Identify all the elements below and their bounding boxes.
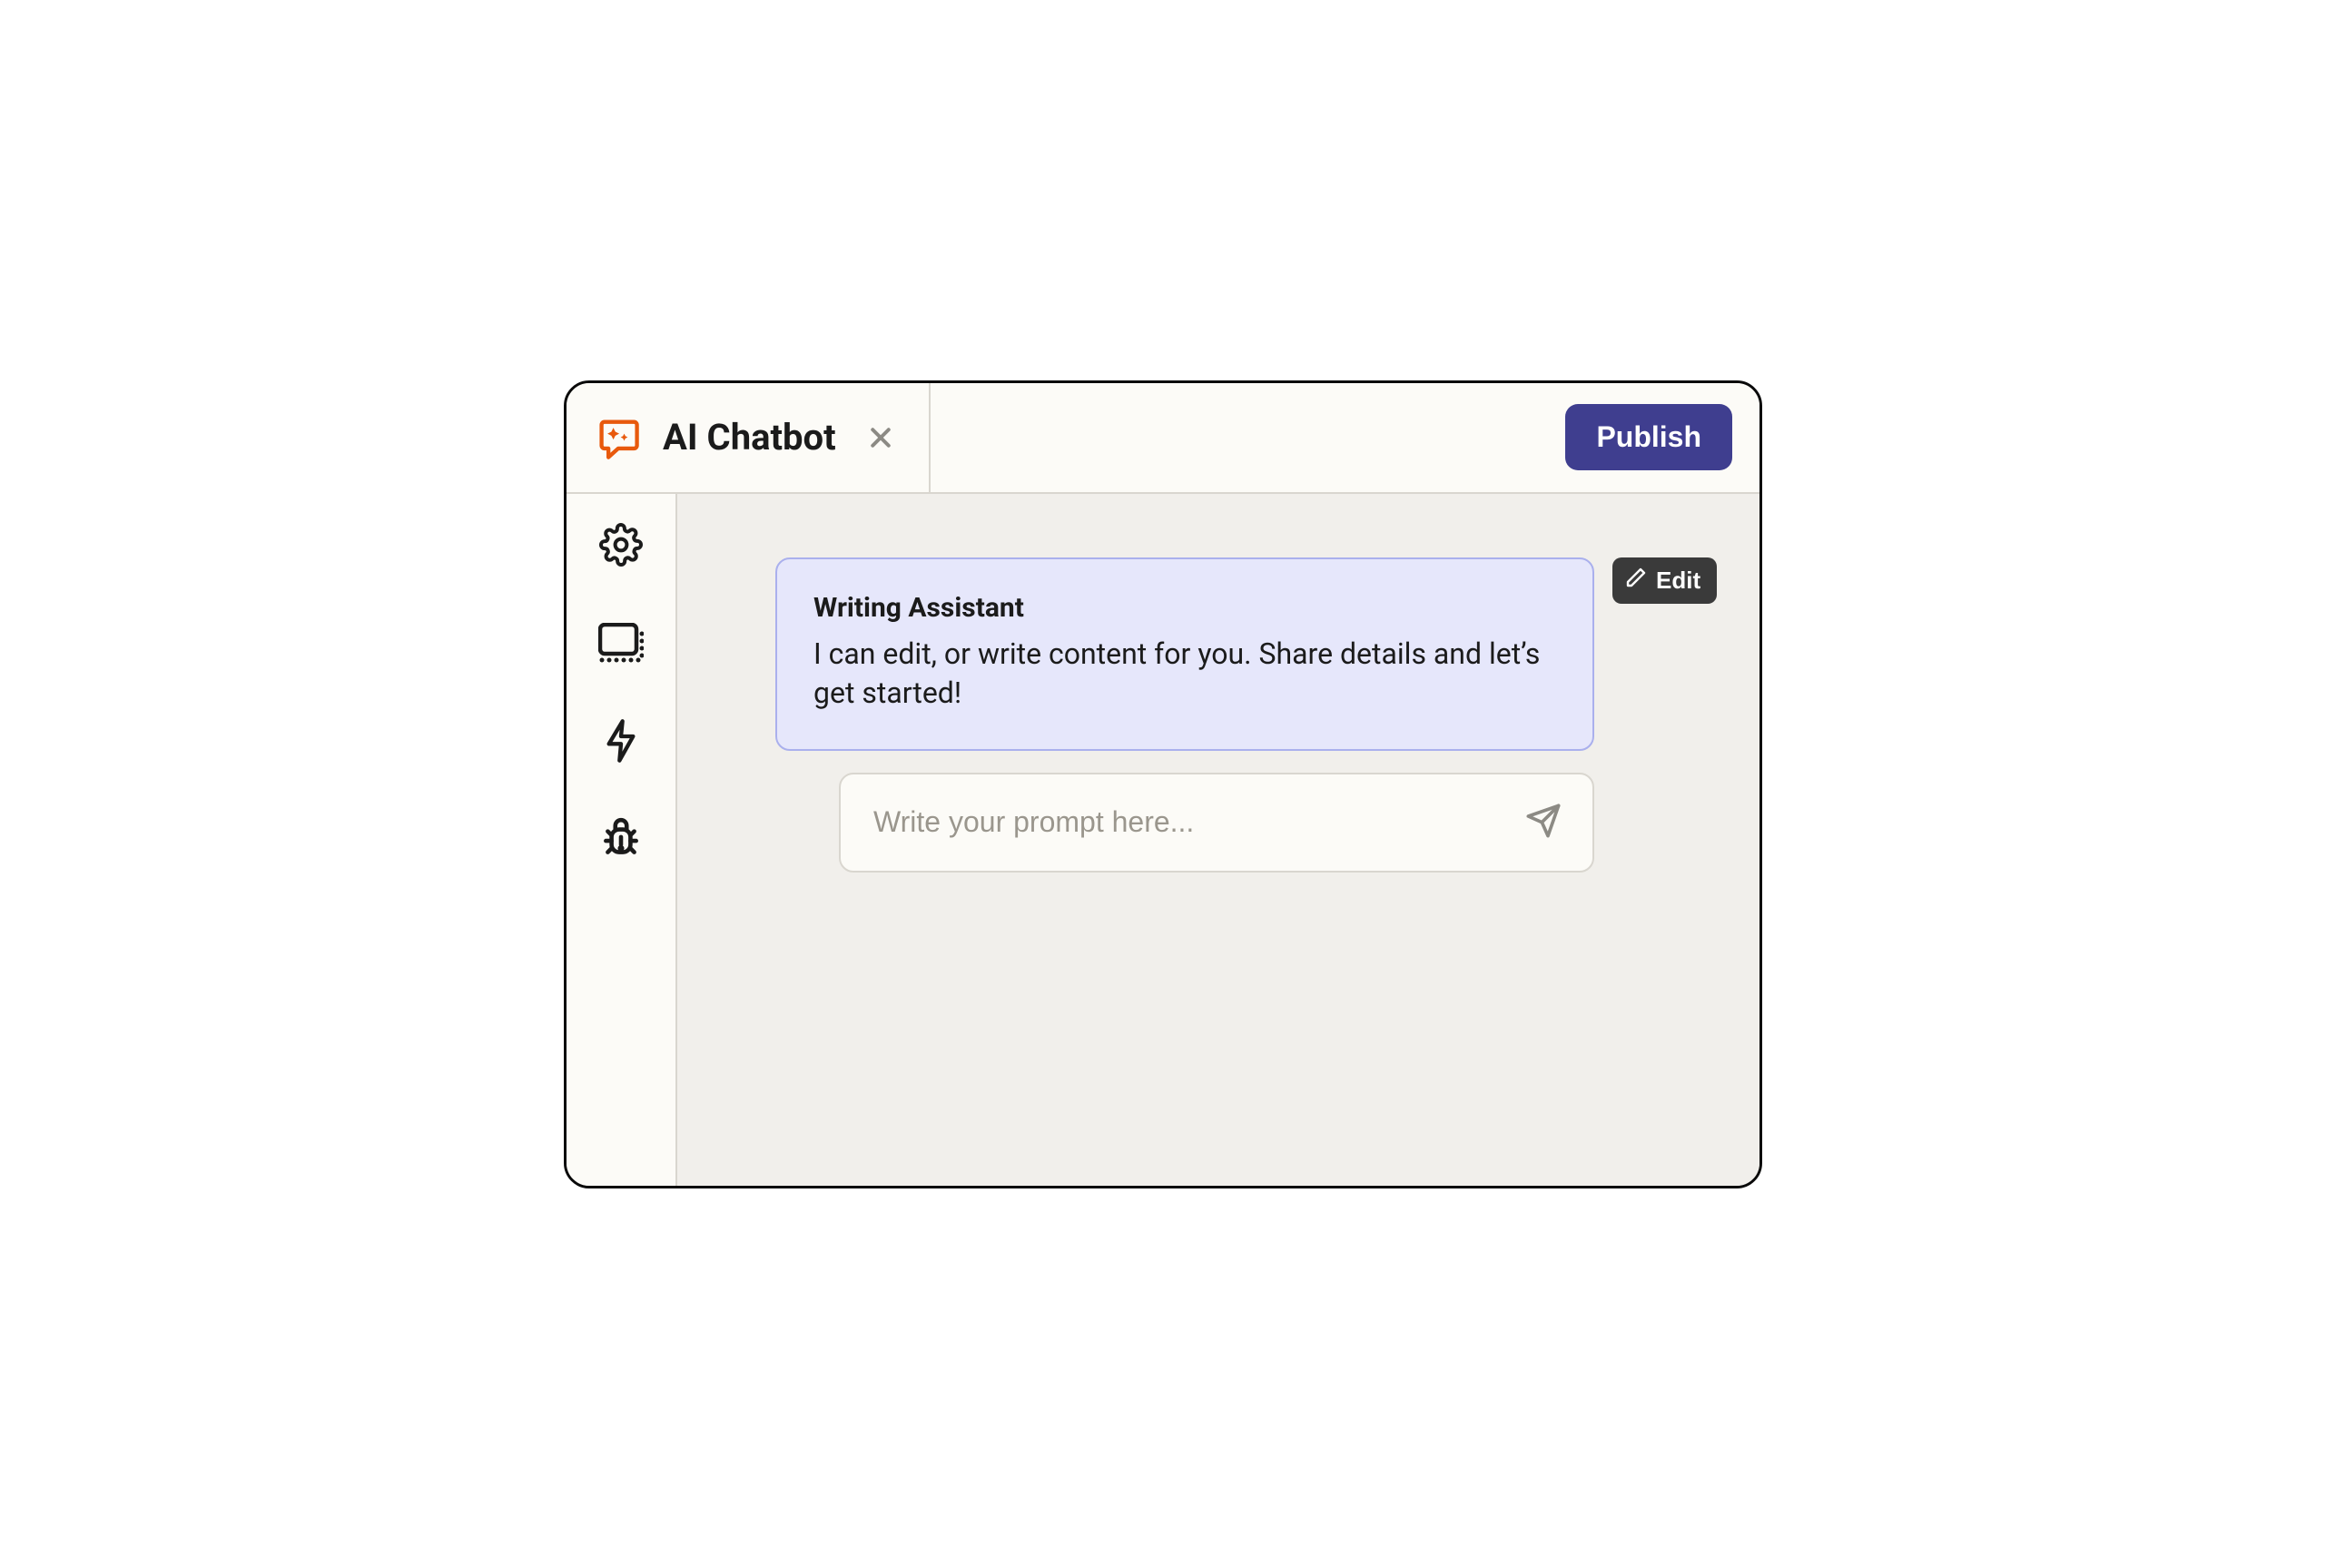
app-window: AI Chatbot Publish <box>564 380 1762 1188</box>
placeholder-icon <box>598 623 644 666</box>
edit-button-label: Edit <box>1656 567 1700 595</box>
gear-icon <box>599 523 643 570</box>
app-logo-icon <box>594 413 643 462</box>
sidebar-item-placeholder[interactable] <box>596 619 646 670</box>
prompt-container <box>839 773 1594 873</box>
pencil-icon <box>1625 567 1647 595</box>
edit-button[interactable]: Edit <box>1612 557 1717 604</box>
sidebar <box>567 494 677 1186</box>
sidebar-item-debug[interactable] <box>596 815 646 866</box>
assistant-card: Writing Assistant I can edit, or write c… <box>775 557 1594 751</box>
card-title: Writing Assistant <box>813 592 1556 624</box>
card-body: I can edit, or write content for you. Sh… <box>813 635 1556 713</box>
send-button[interactable] <box>1520 797 1567 847</box>
main-area: Writing Assistant I can edit, or write c… <box>677 494 1759 1186</box>
header-tab: AI Chatbot <box>567 383 931 492</box>
prompt-input[interactable] <box>872 804 1520 840</box>
body: Writing Assistant I can edit, or write c… <box>567 494 1759 1186</box>
bug-icon <box>598 816 644 865</box>
send-icon <box>1525 803 1562 842</box>
close-icon[interactable] <box>862 419 900 457</box>
sidebar-item-action[interactable] <box>596 717 646 768</box>
app-title: AI Chatbot <box>663 416 836 459</box>
sidebar-item-settings[interactable] <box>596 521 646 572</box>
header-actions: Publish <box>931 383 1759 492</box>
lightning-icon <box>603 717 639 768</box>
publish-button[interactable]: Publish <box>1565 404 1732 470</box>
header: AI Chatbot Publish <box>567 383 1759 494</box>
